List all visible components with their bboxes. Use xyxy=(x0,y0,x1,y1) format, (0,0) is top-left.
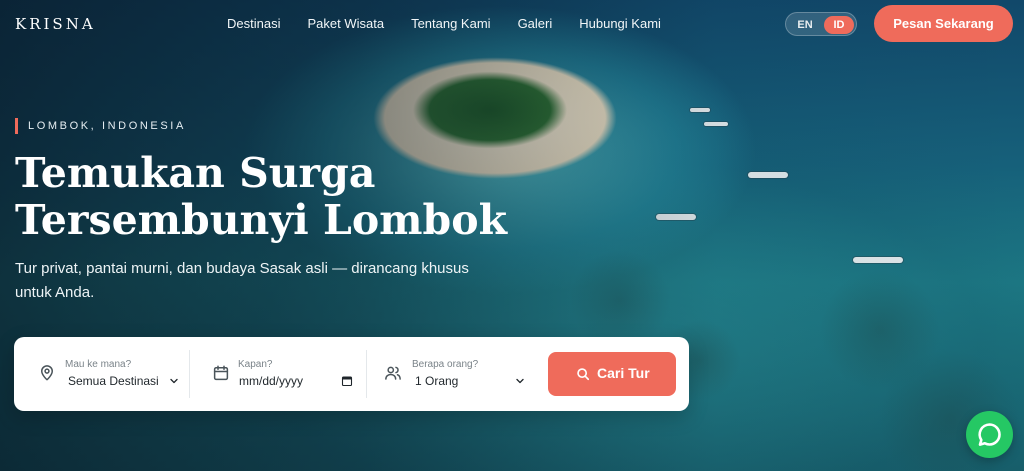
chevron-down-icon xyxy=(170,378,178,384)
guests-select[interactable]: Berapa orang? 1 Orang xyxy=(384,348,530,400)
date-placeholder: mm/dd/yyyy xyxy=(239,374,304,388)
date-field[interactable]: Kapan? mm/dd/yyyy xyxy=(210,348,360,400)
main-menu: Destinasi Paket Wisata Tentang Kami Gale… xyxy=(227,16,688,31)
map-pin-icon xyxy=(41,365,53,381)
date-label: Kapan? xyxy=(238,359,273,370)
hero-subtitle: Tur privat, pantai murni, dan budaya Sas… xyxy=(15,260,469,301)
nav-item-paket-wisata[interactable]: Paket Wisata xyxy=(307,16,384,31)
destination-select[interactable]: Mau ke mana? Semua Destinasi xyxy=(36,348,196,400)
search-button-label: Cari Tur xyxy=(597,365,650,381)
calendar-icon xyxy=(213,365,229,381)
book-now-button[interactable]: Pesan Sekarang xyxy=(874,5,1013,42)
guests-value: 1 Orang xyxy=(415,374,459,388)
chat-bubble-icon xyxy=(978,423,1001,446)
destination-label: Mau ke mana? xyxy=(65,359,132,370)
hero-title-line: Tersembunyi Lombok xyxy=(15,196,507,244)
lang-en-option[interactable]: EN xyxy=(792,16,818,34)
hero-title: Temukan Surga Tersembunyi Lombok xyxy=(15,150,535,244)
location-eyebrow: LOMBOK, INDONESIA xyxy=(15,118,186,134)
calendar-picker-icon[interactable] xyxy=(341,375,353,387)
nav-item-hubungi-kami[interactable]: Hubungi Kami xyxy=(579,16,661,31)
hero-title-line: Temukan Surga xyxy=(15,149,376,197)
language-toggle: EN ID xyxy=(785,12,857,36)
search-tours-button[interactable]: Cari Tur xyxy=(548,352,676,396)
nav-item-tentang-kami[interactable]: Tentang Kami xyxy=(411,16,491,31)
chevron-down-icon xyxy=(516,378,524,384)
search-icon xyxy=(577,368,590,381)
tour-search-bar: Mau ke mana? Semua Destinasi Kapan? mm/d… xyxy=(14,337,689,411)
brand-logo[interactable]: KRISNA xyxy=(15,15,96,33)
top-navigation: KRISNA Destinasi Paket Wisata Tentang Ka… xyxy=(0,0,1024,46)
field-divider xyxy=(366,350,367,398)
whatsapp-chat-button[interactable] xyxy=(966,411,1013,458)
users-icon xyxy=(385,366,401,380)
guests-label: Berapa orang? xyxy=(412,359,479,370)
lang-id-option[interactable]: ID xyxy=(824,16,854,34)
nav-item-galeri[interactable]: Galeri xyxy=(518,16,553,31)
destination-value: Semua Destinasi xyxy=(68,374,159,388)
nav-item-destinasi[interactable]: Destinasi xyxy=(227,16,280,31)
field-divider xyxy=(189,350,190,398)
